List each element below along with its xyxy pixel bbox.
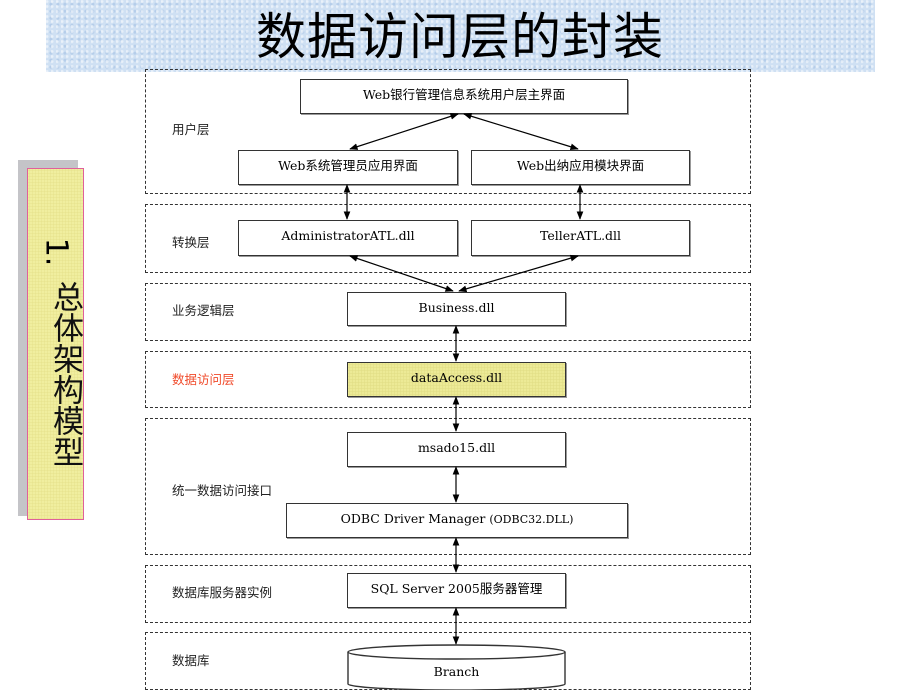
side-label-box: 1. 总体架构模型 (27, 168, 84, 520)
node-odbc-label: ODBC Driver Manager (340, 511, 486, 526)
node-main-ui-label: Web银行管理信息系统用户层主界面 (362, 87, 566, 102)
layer-label-conversion: 转换层 (172, 235, 210, 250)
node-sql-server: SQL Server 2005服务器管理 (347, 573, 566, 608)
layer-label-data-access: 数据访问层 (172, 372, 235, 387)
layer-label-db-server: 数据库服务器实例 (172, 585, 273, 600)
side-label-number: 1. (38, 237, 74, 267)
node-admin-ui-label: Web系统管理员应用界面 (278, 158, 418, 173)
node-database-label: Branch (433, 664, 480, 679)
node-business-label: Business.dll (418, 300, 495, 315)
node-data-access-label: dataAccess.dll (410, 370, 503, 385)
node-admin-ui: Web系统管理员应用界面 (238, 150, 458, 185)
node-admin-atl-label: AdministratorATL.dll (281, 228, 415, 243)
side-label-text: 总体架构模型 (28, 281, 83, 467)
node-msado: msado15.dll (347, 432, 566, 467)
node-main-ui: Web银行管理信息系统用户层主界面 (300, 79, 628, 114)
node-sql-server-label: SQL Server 2005服务器管理 (370, 581, 543, 596)
side-label-text-value: 总体架构模型 (47, 281, 83, 467)
node-msado-label: msado15.dll (417, 440, 496, 455)
node-data-access: dataAccess.dll (347, 362, 566, 397)
node-teller-ui: Web出纳应用模块界面 (471, 150, 690, 185)
layer-label-unified-interface: 统一数据访问接口 (172, 483, 273, 498)
layer-label-user: 用户层 (172, 122, 210, 137)
node-teller-ui-label: Web出纳应用模块界面 (516, 158, 645, 173)
node-teller-atl: TellerATL.dll (471, 220, 690, 256)
node-odbc-sublabel: (ODBC32.DLL) (489, 513, 574, 526)
node-business: Business.dll (347, 292, 566, 326)
layer-label-business-logic: 业务逻辑层 (172, 303, 235, 318)
node-odbc: ODBC Driver Manager (ODBC32.DLL) (286, 503, 628, 538)
node-admin-atl: AdministratorATL.dll (238, 220, 458, 256)
layer-label-database: 数据库 (172, 653, 210, 668)
node-teller-atl-label: TellerATL.dll (539, 228, 622, 243)
page-title: 数据访问层的封装 (256, 8, 664, 66)
